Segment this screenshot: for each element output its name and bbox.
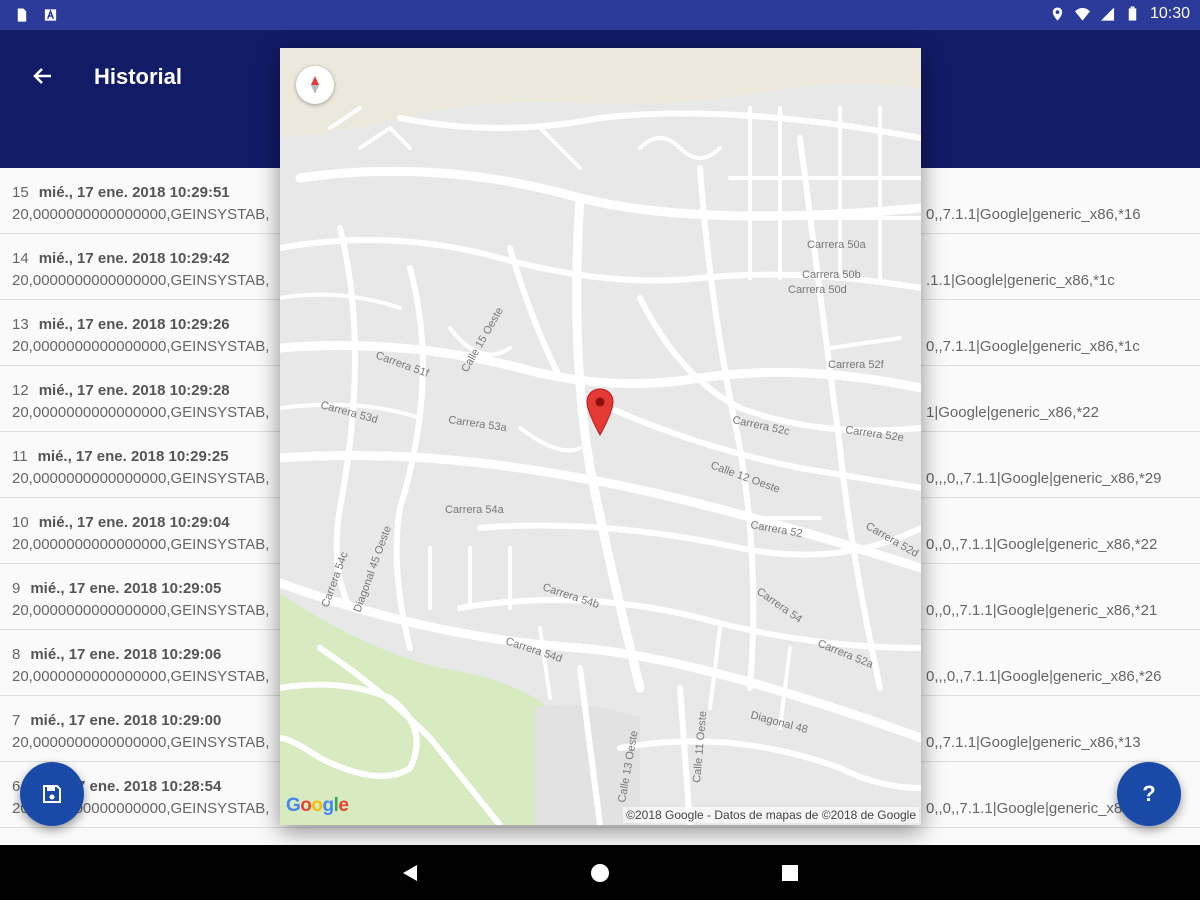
status-bar: 10:30 xyxy=(0,0,1200,30)
item-timestamp: mié., 17 ene. 2018 10:29:05 xyxy=(30,580,222,597)
item-data-tail: 0,,0,,7.1.1|Google|generic_x86,*22 xyxy=(926,536,1158,553)
item-timestamp: mié., 17 ene. 2018 10:29:06 xyxy=(30,646,222,663)
nav-recents-button[interactable] xyxy=(776,859,804,887)
navigation-bar xyxy=(0,845,1200,900)
location-icon xyxy=(1052,7,1063,21)
nav-back-icon xyxy=(403,865,417,881)
item-index: 8 xyxy=(12,646,21,663)
item-index: 13 xyxy=(12,316,29,333)
clock: 10:30 xyxy=(1149,5,1190,22)
save-button[interactable] xyxy=(20,762,84,826)
wifi-icon xyxy=(1074,7,1090,21)
item-index: 12 xyxy=(12,382,29,399)
item-timestamp: mié., 17 ene. 2018 10:29:26 xyxy=(38,316,230,333)
item-data-tail: 0,,7.1.1|Google|generic_x86,*1c xyxy=(926,338,1140,355)
street-label: Carrera 54a xyxy=(445,504,505,516)
map-pin-icon[interactable] xyxy=(586,388,614,436)
item-timestamp: mié., 17 ene. 2018 10:29:42 xyxy=(38,250,230,267)
item-timestamp: mié., 17 ene. 2018 10:29:25 xyxy=(37,448,229,465)
street-label: Carrera 52f xyxy=(828,359,885,371)
item-index: 11 xyxy=(12,448,28,465)
compass-button[interactable] xyxy=(296,66,334,104)
map-view[interactable]: Carrera 54a Carrera 54b Carrera 54d Carr… xyxy=(280,48,921,825)
item-index: 9 xyxy=(12,580,21,597)
item-timestamp: mié., 17 ene. 2018 10:29:00 xyxy=(30,712,222,729)
nav-back-button[interactable] xyxy=(396,859,424,887)
item-data: 20,0000000000000000,GEINSYSTAB, xyxy=(12,206,270,223)
item-data-tail: 0,,0,,7.1.1|Google|generic_x86,*21 xyxy=(926,602,1158,619)
sd-card-icon xyxy=(17,8,27,22)
save-icon xyxy=(43,785,61,803)
signal-icon xyxy=(1100,7,1115,21)
street-label: Carrera 50b xyxy=(802,269,861,281)
item-index: 10 xyxy=(12,514,29,531)
nav-recents-icon xyxy=(782,865,798,881)
item-timestamp: mié., 17 ene. 2018 10:29:51 xyxy=(38,184,230,201)
item-data: 20,0000000000000000,GEINSYSTAB, xyxy=(12,404,270,421)
item-index: 14 xyxy=(12,250,29,267)
nav-home-button[interactable] xyxy=(586,859,614,887)
item-timestamp: mié., 17 ene. 2018 10:29:04 xyxy=(38,514,230,531)
app-notification-icon xyxy=(44,9,57,21)
item-index: 15 xyxy=(12,184,29,201)
nav-home-icon xyxy=(591,864,609,882)
item-data: 20,0000000000000000,GEINSYSTAB, xyxy=(12,734,270,751)
item-data: 20,0000000000000000,GEINSYSTAB, xyxy=(12,470,270,487)
back-button[interactable] xyxy=(26,60,58,92)
item-data: 20,0000000000000000,GEINSYSTAB, xyxy=(12,536,270,553)
street-label: Carrera 50d xyxy=(788,284,847,296)
page-title: Historial xyxy=(94,64,183,89)
item-data-tail: 0,,7.1.1|Google|generic_x86,*16 xyxy=(926,206,1141,223)
item-timestamp: mié., 17 ene. 2018 10:29:28 xyxy=(38,382,230,399)
map-dialog[interactable]: Carrera 54a Carrera 54b Carrera 54d Carr… xyxy=(280,48,921,825)
google-logo: Google xyxy=(286,795,349,816)
battery-icon xyxy=(1128,6,1137,21)
help-icon: ? xyxy=(1142,781,1156,806)
item-data-tail: .1.1|Google|generic_x86,*1c xyxy=(926,272,1115,289)
help-button[interactable]: ? xyxy=(1117,762,1181,826)
item-data: 20,0000000000000000,GEINSYSTAB, xyxy=(12,602,270,619)
compass-icon xyxy=(311,76,319,94)
street-label: Carrera 50a xyxy=(807,239,867,251)
item-data: 20,0000000000000000,GEINSYSTAB, xyxy=(12,338,270,355)
item-index: 7 xyxy=(12,712,21,729)
item-data-tail: 0,,,0,,7.1.1|Google|generic_x86,*26 xyxy=(926,668,1162,685)
arrow-back-icon xyxy=(33,68,51,84)
item-data-tail: 0,,7.1.1|Google|generic_x86,*13 xyxy=(926,734,1141,751)
map-credits[interactable]: ©2018 Google - Datos de mapas de ©2018 d… xyxy=(623,807,919,823)
item-data: 20,0000000000000000,GEINSYSTAB, xyxy=(12,272,270,289)
item-data-tail: 0,,,0,,7.1.1|Google|generic_x86,*29 xyxy=(926,470,1162,487)
item-data-tail: 1|Google|generic_x86,*22 xyxy=(926,404,1099,421)
item-data: 20,0000000000000000,GEINSYSTAB, xyxy=(12,668,270,685)
